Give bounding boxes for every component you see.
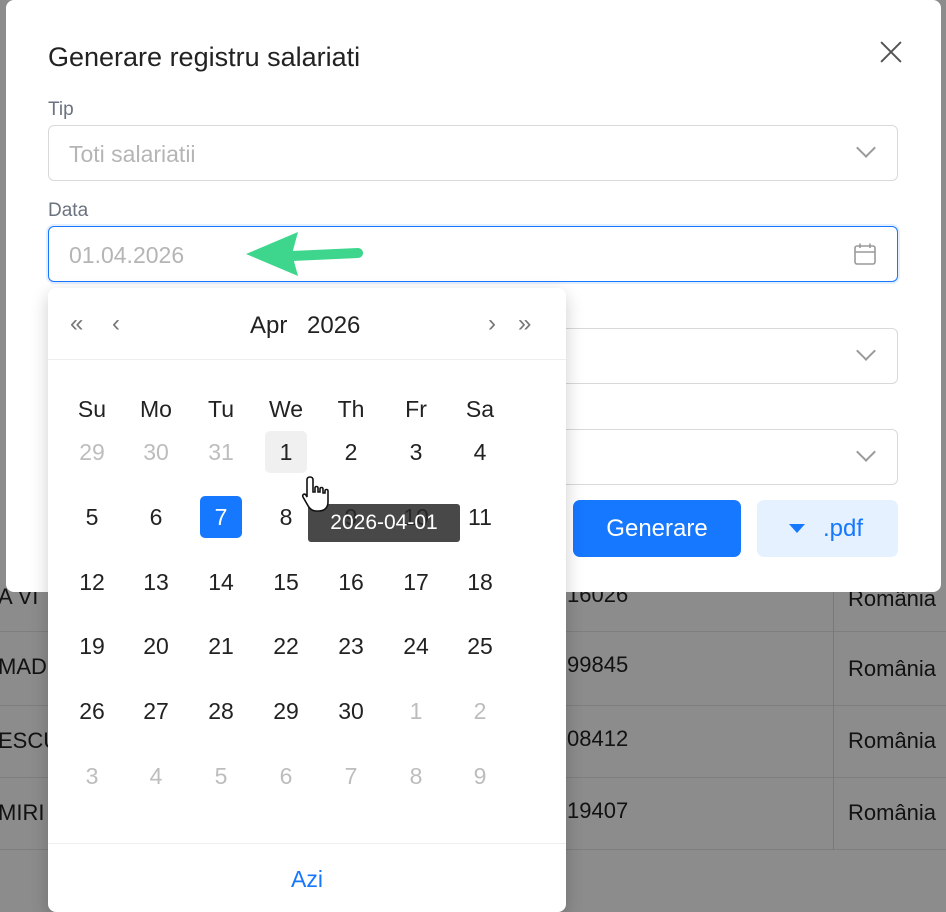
- tip-value: Toti salariatii: [69, 141, 196, 167]
- calendar-day[interactable]: 22: [265, 625, 307, 667]
- calendar-day[interactable]: 19: [71, 625, 113, 667]
- prev-month-icon[interactable]: ‹: [112, 310, 120, 338]
- calendar-day[interactable]: 27: [135, 690, 177, 732]
- data-label: Data: [48, 200, 89, 221]
- calendar-footer: Azi: [48, 843, 566, 912]
- calendar-day[interactable]: 20: [135, 625, 177, 667]
- calendar-day[interactable]: 3: [395, 431, 437, 473]
- calendar-day[interactable]: 5: [71, 496, 113, 538]
- caret-down-icon: [789, 524, 805, 533]
- calendar-day[interactable]: 15: [265, 561, 307, 603]
- calendar-day[interactable]: 30: [135, 431, 177, 473]
- calendar-month[interactable]: Apr: [250, 312, 287, 340]
- weekday-label: We: [268, 396, 304, 422]
- weekday-label: Su: [77, 396, 107, 422]
- calendar-icon: [854, 243, 876, 265]
- tip-select[interactable]: Toti salariatii: [48, 125, 898, 181]
- chevron-down-icon: [859, 447, 875, 463]
- calendar-day[interactable]: 8: [395, 755, 437, 797]
- calendar-day[interactable]: 11: [459, 496, 501, 538]
- annotation-arrow-icon: [246, 232, 363, 276]
- modal-title: Generare registru salariati: [48, 42, 361, 72]
- calendar-day[interactable]: 26: [71, 690, 113, 732]
- calendar-day[interactable]: 23: [330, 625, 372, 667]
- weekday-label: Th: [337, 396, 365, 422]
- calendar-day[interactable]: 2: [459, 690, 501, 732]
- next-year-icon[interactable]: »: [518, 310, 531, 338]
- calendar-year[interactable]: 2026: [307, 312, 360, 340]
- calendar-day[interactable]: 6: [265, 755, 307, 797]
- calendar-day[interactable]: 4: [459, 431, 501, 473]
- calendar-day[interactable]: 31: [200, 431, 242, 473]
- weekday-label: Tu: [208, 396, 234, 422]
- calendar-day[interactable]: 7: [330, 755, 372, 797]
- calendar-day[interactable]: 24: [395, 625, 437, 667]
- hand-cursor-icon: [301, 476, 329, 512]
- calendar-day[interactable]: 13: [135, 561, 177, 603]
- chevron-down-icon: [859, 143, 875, 159]
- close-icon[interactable]: [876, 36, 906, 66]
- calendar-day[interactable]: 14: [200, 561, 242, 603]
- calendar-day[interactable]: 6: [135, 496, 177, 538]
- chevron-down-icon: [859, 346, 875, 362]
- calendar-day[interactable]: 1: [265, 431, 307, 473]
- calendar-day[interactable]: 16: [330, 561, 372, 603]
- calendar-day[interactable]: 1: [395, 690, 437, 732]
- weekday-label: Mo: [140, 396, 172, 422]
- prev-year-icon[interactable]: «: [70, 310, 83, 338]
- calendar-day[interactable]: 18: [459, 561, 501, 603]
- date-input[interactable]: 01.04.2026: [48, 226, 898, 282]
- date-value: 01.04.2026: [69, 242, 185, 268]
- calendar-day[interactable]: 28: [200, 690, 242, 732]
- calendar-day[interactable]: 7: [200, 496, 242, 538]
- calendar-day[interactable]: 29: [265, 690, 307, 732]
- calendar-day[interactable]: 5: [200, 755, 242, 797]
- calendar-day[interactable]: 4: [135, 755, 177, 797]
- calendar-day[interactable]: 21: [200, 625, 242, 667]
- calendar-day[interactable]: 29: [71, 431, 113, 473]
- pdf-label: .pdf: [823, 515, 864, 542]
- pdf-format-button[interactable]: .pdf: [757, 500, 898, 557]
- calendar-day[interactable]: 12: [71, 561, 113, 603]
- calendar-header: « ‹ Apr 2026 › »: [48, 288, 566, 360]
- tip-label: Tip: [48, 99, 74, 120]
- calendar-day[interactable]: 25: [459, 625, 501, 667]
- calendar-day[interactable]: 3: [71, 755, 113, 797]
- today-button[interactable]: Azi: [48, 866, 566, 893]
- calendar-day[interactable]: 17: [395, 561, 437, 603]
- generate-button[interactable]: Generare: [573, 500, 741, 557]
- calendar-day[interactable]: 30: [330, 690, 372, 732]
- calendar-day[interactable]: 2: [330, 431, 372, 473]
- calendar-day[interactable]: 9: [459, 755, 501, 797]
- weekday-label: Sa: [465, 396, 495, 422]
- date-picker-popup: « ‹ Apr 2026 › » Su Mo Tu We Th Fr Sa 29 30 31 1 2…: [48, 288, 566, 912]
- next-month-icon[interactable]: ›: [488, 310, 496, 338]
- weekday-label: Fr: [405, 396, 427, 422]
